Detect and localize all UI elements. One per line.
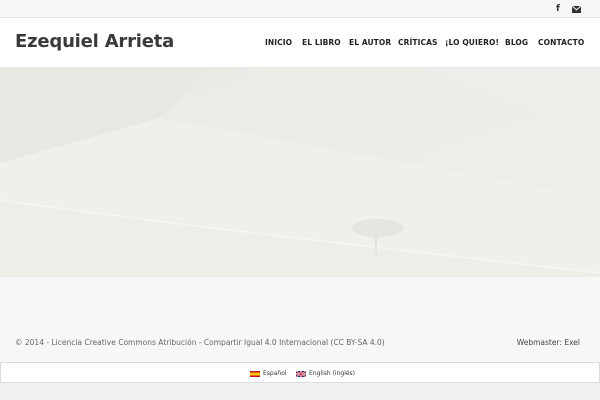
nav-item-inicio[interactable]: INICIO (265, 38, 292, 47)
nav-item-blog[interactable]: BLOG (505, 38, 528, 47)
page-bottom (0, 383, 600, 400)
license-text[interactable]: © 2014 - Licencia Creative Commons Atrib… (15, 338, 385, 347)
uk-flag-icon (296, 370, 306, 377)
es-flag-icon (250, 370, 260, 377)
nav-item-el-libro[interactable]: EL LIBRO (302, 38, 341, 47)
site-header: Ezequiel Arrieta INICIO EL LIBRO EL AUTO… (0, 18, 600, 68)
language-option-en[interactable]: English (inglés) (296, 370, 355, 377)
nav-item-lo-quiero[interactable]: ¡LO QUIERO! (445, 38, 499, 47)
language-label: Español (263, 370, 287, 377)
top-bar: f (0, 0, 600, 18)
nav-item-el-autor[interactable]: EL AUTOR (349, 38, 391, 47)
site-title[interactable]: Ezequiel Arrieta (15, 31, 174, 52)
hero-image (0, 68, 600, 277)
language-label: English (inglés) (309, 370, 356, 377)
language-bar: Español English (inglés) (0, 362, 600, 383)
email-icon[interactable] (571, 3, 581, 15)
hero-landscape-image (0, 68, 600, 277)
webmaster-text[interactable]: Webmaster: Exel (517, 338, 580, 347)
facebook-icon[interactable]: f (554, 3, 562, 15)
nav-item-contacto[interactable]: CONTACTO (538, 38, 584, 47)
nav-item-criticas[interactable]: CRÍTICAS (398, 38, 438, 47)
language-option-es[interactable]: Español (250, 370, 287, 377)
content-area (0, 277, 600, 362)
